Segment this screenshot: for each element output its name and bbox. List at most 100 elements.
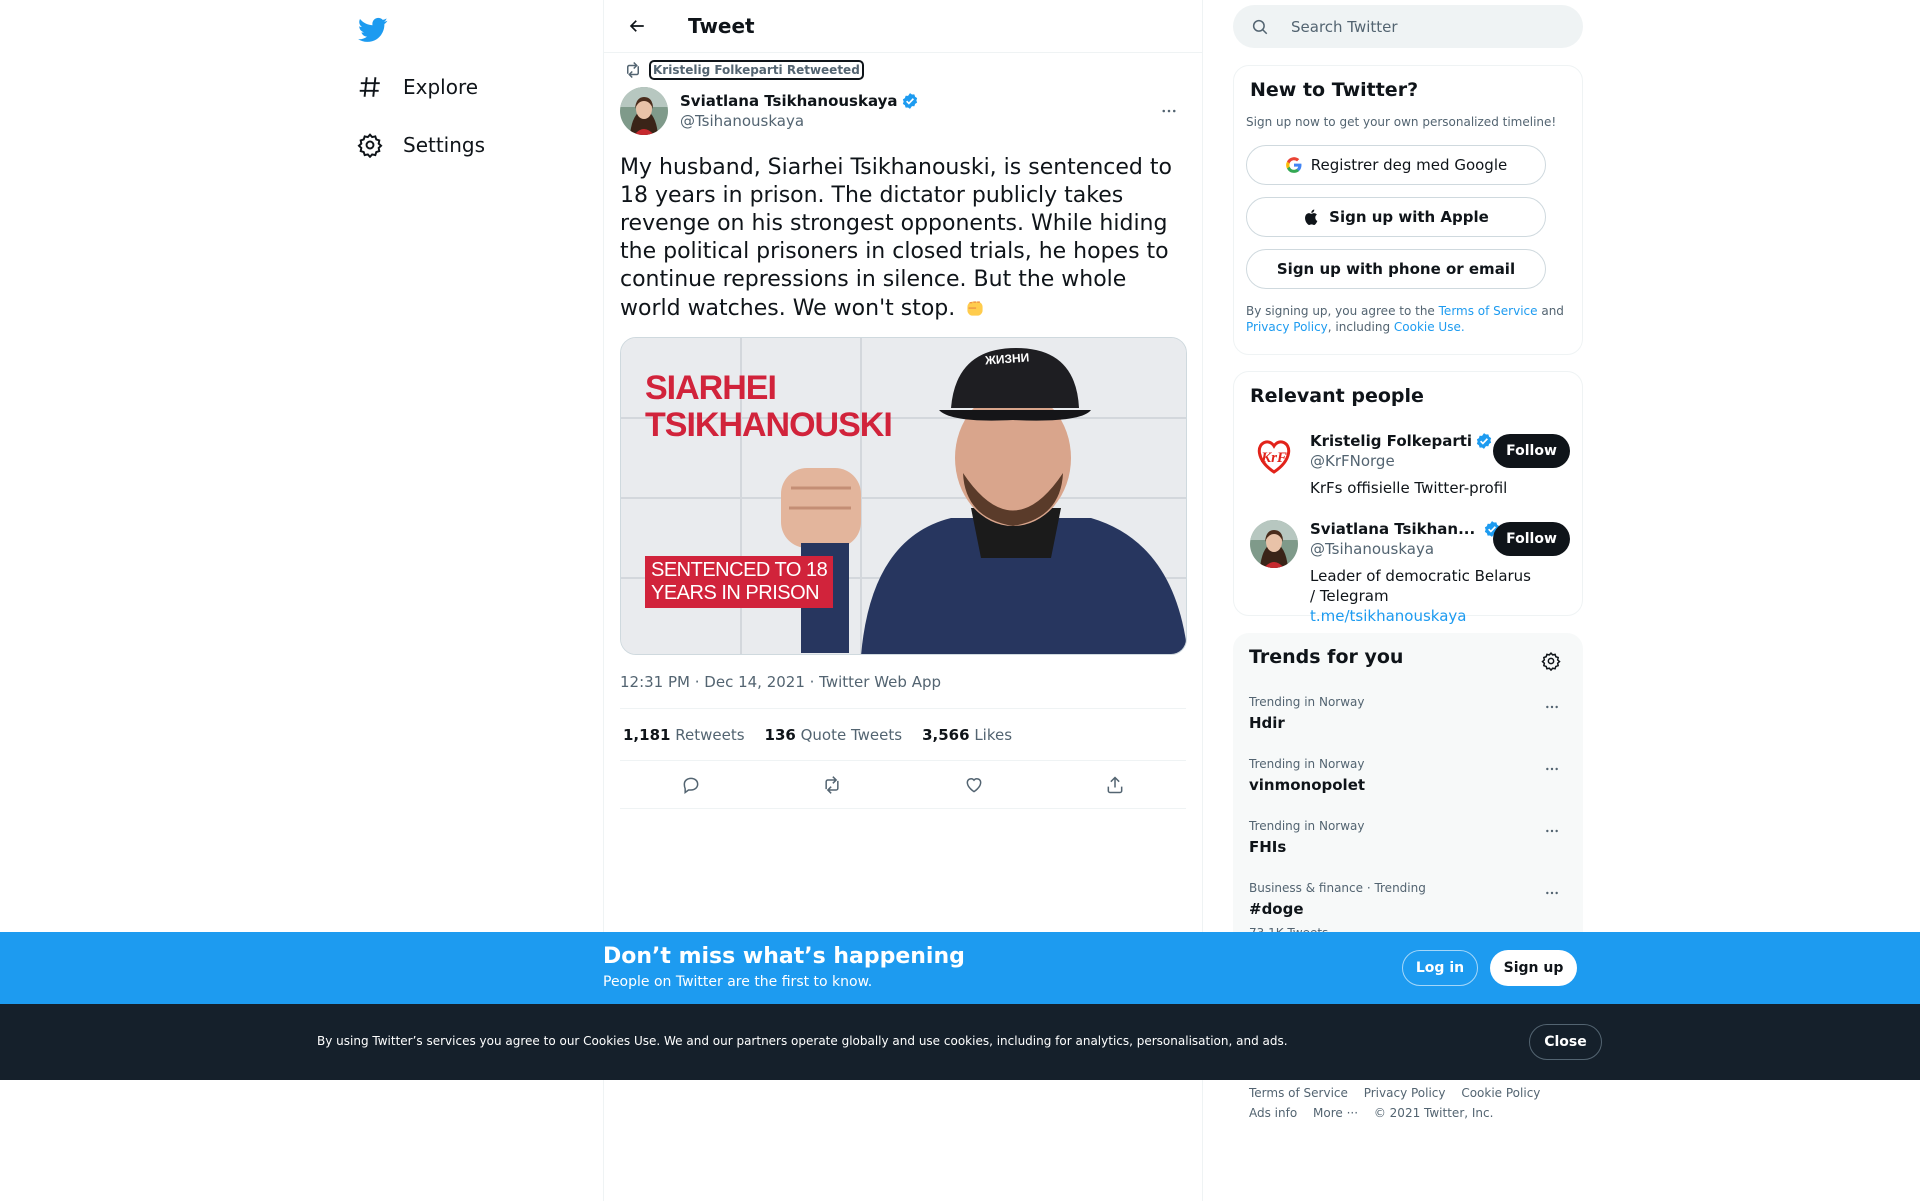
verified-badge-icon (901, 92, 919, 110)
quote-tweets-stat[interactable]: 136 Quote Tweets (765, 726, 903, 744)
signup-prompt-subtitle: People on Twitter are the first to know. (603, 974, 873, 990)
trend-more-button[interactable] (1537, 881, 1567, 905)
image-title-line1: SIARHEI (645, 369, 777, 407)
retweets-label: Retweets (675, 725, 745, 744)
page-title: Tweet (688, 14, 755, 38)
trend-context: Business & finance · Trending (1249, 881, 1426, 895)
privacy-link[interactable]: Privacy Policy (1246, 320, 1328, 334)
footer-privacy-link[interactable]: Privacy Policy (1364, 1086, 1446, 1100)
trend-more-button[interactable] (1537, 757, 1567, 781)
footer-ads-link[interactable]: Ads info (1249, 1106, 1297, 1120)
relevant-person[interactable]: KrF Kristelig Folkeparti @KrFNorge KrFs … (1250, 432, 1570, 498)
trends-settings-button[interactable] (1533, 643, 1569, 679)
cookie-consent-text: By using Twitter’s services you agree to… (317, 1034, 1288, 1048)
gear-icon (1541, 651, 1561, 671)
twitter-logo-icon[interactable] (353, 10, 393, 50)
trend-more-button[interactable] (1537, 695, 1567, 719)
more-dots-icon (1546, 829, 1558, 833)
tweet-text: My husband, Siarhei Tsikhanouski, is sen… (620, 154, 1186, 323)
search-box[interactable] (1233, 5, 1583, 48)
more-options-button[interactable] (1152, 94, 1186, 128)
google-signup-button[interactable]: Registrer deg med Google (1246, 145, 1546, 185)
terms-link[interactable]: Terms of Service (1439, 304, 1538, 318)
login-button[interactable]: Log in (1402, 950, 1478, 986)
follow-button[interactable]: Follow (1493, 434, 1570, 468)
search-input[interactable] (1291, 17, 1551, 36)
telegram-link[interactable]: t.me/tsikhanouskaya (1310, 607, 1466, 625)
author-handle[interactable]: @Tsihanouskaya (680, 112, 1152, 130)
footer-copyright: © 2021 Twitter, Inc. (1373, 1106, 1494, 1120)
trend-item[interactable]: Trending in Norway vinmonopolet (1249, 757, 1567, 794)
reply-button[interactable] (673, 767, 709, 803)
image-title-line2: TSIKHANOUSKI (645, 406, 893, 444)
trend-more-button[interactable] (1537, 819, 1567, 843)
footer-cookie-link[interactable]: Cookie Policy (1461, 1086, 1540, 1100)
more-dots-icon (1162, 109, 1176, 113)
person-bio-text: Leader of democratic Belarus / Telegram (1310, 567, 1532, 605)
krf-avatar[interactable]: KrF (1250, 432, 1298, 480)
follow-button[interactable]: Follow (1493, 522, 1570, 556)
tsikhanouskaya-avatar[interactable] (1250, 520, 1298, 568)
retweet-icon (620, 61, 646, 79)
heart-icon (966, 777, 982, 793)
retweeted-by-link[interactable]: Kristelig Folkeparti Retweeted (649, 60, 864, 80)
likes-label: Likes (974, 725, 1013, 744)
retweets-stat[interactable]: 1,181 Retweets (623, 726, 745, 744)
trend-context: Trending in Norway (1249, 695, 1365, 709)
cookie-consent-bar: By using Twitter’s services you agree to… (0, 1004, 1920, 1080)
hashtag-icon (357, 74, 383, 100)
legal-text-1: By signing up, you agree to the (1246, 304, 1439, 318)
tweet-stats: 1,181 Retweets 136 Quote Tweets 3,566 Li… (620, 709, 1186, 761)
footer-more-link[interactable]: More ··· (1313, 1106, 1358, 1120)
phone-email-signup-button[interactable]: Sign up with phone or email (1246, 249, 1546, 289)
search-icon (1251, 18, 1269, 36)
trend-item[interactable]: Trending in Norway FHIs (1249, 819, 1567, 856)
trends-card: Trends for you Trending in Norway Hdir T… (1233, 633, 1583, 953)
main-header: Tweet (604, 0, 1202, 53)
image-title: SIARHEI TSIKHANOUSKI (645, 369, 893, 444)
legal-text-2: and (1537, 304, 1564, 318)
apple-signup-button[interactable]: Sign up with Apple (1246, 197, 1546, 237)
tweet-image[interactable]: SIARHEI TSIKHANOUSKI ЖИЗНИ SENTENCED TO … (620, 337, 1187, 655)
trend-name: vinmonopolet (1249, 776, 1366, 794)
krf-avatar-text: KrF (1260, 450, 1287, 466)
trend-name: Hdir (1249, 714, 1285, 732)
nav-settings-label: Settings (403, 133, 486, 157)
like-button[interactable] (956, 767, 992, 803)
trend-item[interactable]: Trending in Norway Hdir (1249, 695, 1567, 732)
more-dots-icon (1546, 767, 1558, 771)
signup-prompt-bar: Don’t miss what’s happening People on Tw… (0, 932, 1920, 1004)
google-icon (1285, 156, 1303, 174)
signup-button[interactable]: Sign up (1490, 950, 1577, 986)
author-avatar[interactable] (620, 87, 668, 135)
apple-signup-label: Sign up with Apple (1329, 208, 1489, 226)
new-to-twitter-subtitle: Sign up now to get your own personalized… (1246, 115, 1557, 129)
trend-name: FHIs (1249, 838, 1287, 856)
image-banner-line1: SENTENCED TO 18 (651, 559, 828, 581)
tweet-actions (620, 761, 1186, 809)
trend-name: #doge (1249, 900, 1304, 918)
more-dots-icon (1546, 705, 1558, 709)
share-button[interactable] (1097, 767, 1133, 803)
author-name[interactable]: Sviatlana Tsikhanouskaya (680, 92, 1152, 110)
cookie-use-link[interactable]: Cookie Use. (1394, 320, 1465, 334)
tweet-timestamp[interactable]: 12:31 PM · Dec 14, 2021 · Twitter Web Ap… (620, 673, 1186, 709)
new-to-twitter-card: New to Twitter? Sign up now to get your … (1233, 65, 1583, 355)
nav-settings[interactable]: Settings (345, 121, 497, 169)
footer-terms-link[interactable]: Terms of Service (1249, 1086, 1348, 1100)
back-button[interactable] (620, 9, 654, 43)
trends-title: Trends for you (1249, 646, 1404, 668)
tweet-author: Sviatlana Tsikhanouskaya @Tsihanouskaya (620, 86, 1186, 136)
relevant-person[interactable]: Sviatlana Tsikhan... @Tsihanouskaya Lead… (1250, 520, 1570, 626)
nav-explore[interactable]: Explore (345, 63, 490, 111)
gear-icon (357, 132, 383, 158)
quotes-count: 136 (764, 725, 796, 744)
retweet-button[interactable] (814, 767, 850, 803)
likes-stat[interactable]: 3,566 Likes (922, 726, 1012, 744)
apple-icon (1303, 208, 1321, 226)
signup-legal-text: By signing up, you agree to the Terms of… (1246, 303, 1570, 335)
retweet-action-icon (825, 775, 839, 794)
cookie-close-button[interactable]: Close (1529, 1024, 1602, 1060)
legal-text-3: , including (1327, 320, 1394, 334)
retweet-context: Kristelig Folkeparti Retweeted (620, 57, 1186, 83)
